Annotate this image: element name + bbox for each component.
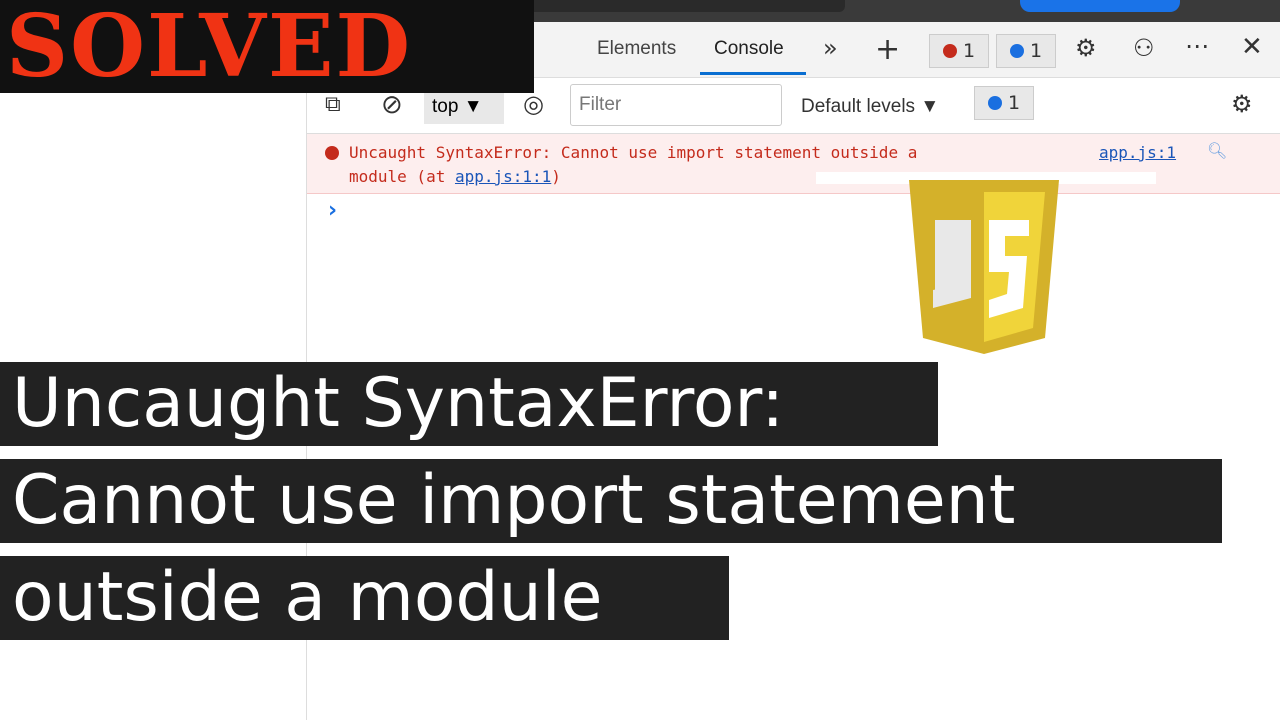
filter-input[interactable]: Filter: [570, 84, 782, 126]
message-count-badge[interactable]: 1: [996, 34, 1056, 68]
error-count-badge[interactable]: 1: [929, 34, 989, 68]
live-expression-eye-icon[interactable]: ◎: [523, 90, 544, 118]
console-error-message: Uncaught SyntaxError: Cannot use import …: [307, 134, 1280, 194]
context-selector[interactable]: top ▼: [424, 90, 504, 124]
solved-banner: SOLVED: [0, 0, 534, 93]
console-settings-gear-icon[interactable]: ⚙: [1231, 90, 1253, 118]
add-tab-icon[interactable]: +: [875, 32, 900, 67]
caption-line-3: outside a module: [0, 556, 729, 640]
issues-badge[interactable]: 1: [974, 86, 1034, 120]
search-icon[interactable]: 🔍︎: [1207, 139, 1227, 163]
issues-count: 1: [1007, 92, 1021, 114]
active-tab-indicator: [700, 72, 806, 75]
feedback-icon[interactable]: ⚇: [1133, 34, 1155, 62]
log-levels-dropdown[interactable]: Default levels ▼: [801, 96, 939, 118]
error-icon: [325, 146, 339, 160]
settings-gear-icon[interactable]: ⚙: [1075, 34, 1097, 62]
message-count: 1: [1029, 40, 1043, 62]
source-link[interactable]: app.js:1: [1099, 141, 1176, 165]
address-bar[interactable]: [520, 0, 845, 12]
caption-line-1: Uncaught SyntaxError:: [0, 362, 938, 446]
error-count: 1: [962, 40, 976, 62]
more-options-icon[interactable]: ⋯: [1185, 32, 1209, 60]
error-location-link[interactable]: app.js:1:1: [455, 167, 551, 186]
error-text-close: ): [551, 167, 561, 186]
context-value: top: [432, 96, 459, 117]
profile-button[interactable]: [1020, 0, 1180, 12]
levels-label: Default levels: [801, 96, 916, 117]
caption-line-2: Cannot use import statement: [0, 459, 1222, 543]
tab-elements[interactable]: Elements: [597, 38, 676, 60]
tab-console[interactable]: Console: [714, 38, 784, 60]
message-icon: [1009, 44, 1024, 58]
dropdown-arrow-icon: ▼: [463, 96, 483, 117]
close-icon[interactable]: ✕: [1241, 32, 1263, 62]
console-prompt[interactable]: ›: [328, 198, 337, 223]
more-tabs-icon[interactable]: »: [823, 34, 838, 62]
dropdown-arrow-icon: ▼: [920, 96, 940, 117]
message-icon: [987, 96, 1002, 110]
error-icon: [942, 44, 957, 58]
javascript-logo: [909, 180, 1059, 354]
error-text-2: module (at: [349, 167, 455, 186]
